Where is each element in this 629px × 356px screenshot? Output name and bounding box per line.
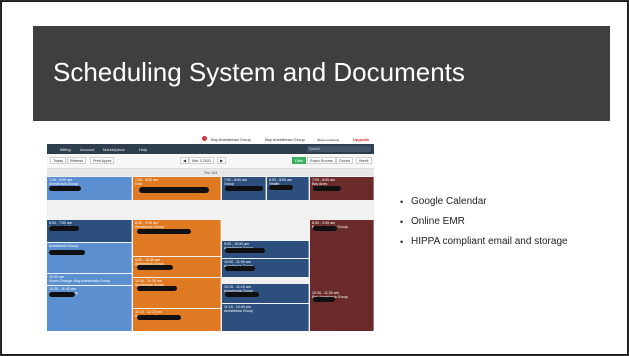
redaction-mark [137,286,177,291]
redaction-mark [225,292,259,297]
bullet-list: Google Calendar Online EMR HIPPA complia… [400,195,627,255]
refresh-button[interactable]: Refresh [67,157,87,164]
nav-account[interactable]: Account [80,147,94,152]
upgrade-link[interactable]: Upgrade [353,137,369,142]
nav-billing[interactable]: Billing [60,147,71,152]
bullet-item: Google Calendar [400,195,627,209]
title-band: Scheduling System and Documents [33,26,610,121]
redaction-mark [225,266,255,271]
account-name[interactable]: Bay Anesthesia Group [211,137,251,142]
scheduling-screenshot: Bay Anesthesia Group Bay Anesthesia Grou… [47,134,374,331]
org-sub: (BayAnesthesia) [317,137,340,142]
next-date-button[interactable]: ▶ [217,157,226,164]
calendar-event[interactable]: 11:15 - 12:15 pmAnesthesia Group [133,309,221,331]
view-exam-rooms-button[interactable]: Exam Rooms [307,157,336,164]
redaction-mark [49,226,79,231]
date-display[interactable]: Mar 3 2022 [189,157,215,164]
redaction-mark [137,229,191,234]
search-input[interactable]: Search [307,146,371,152]
redaction-mark [49,250,85,255]
redaction-mark [313,186,341,191]
redaction-mark [313,226,337,231]
day-header: Thu 3/3 [47,169,374,176]
slide-title: Scheduling System and Documents [53,57,465,87]
calendar-event[interactable]: 6:00 - 7:00 amAnesthesia Group [47,220,132,242]
nav-help[interactable]: Help [139,147,147,152]
prev-date-button[interactable]: ◀ [180,157,189,164]
redaction-mark [313,297,335,302]
redaction-mark [225,248,265,253]
redaction-mark [49,292,75,297]
redaction-mark [139,187,209,193]
calendar-event[interactable]: 8:30 - 9:30 am Anesthesia Group [133,220,221,256]
slide: Scheduling System and Documents Bay Anes… [1,1,628,355]
calendar-event[interactable]: 10:30 am Room Change: Bay Anesthesia Grou… [47,274,132,285]
notification-icon[interactable] [202,136,207,141]
redaction-mark [269,185,293,190]
view-doctor-button[interactable]: Doctor [336,157,354,164]
app-top-bar: Bay Anesthesia Group Bay Anesthesia Grou… [47,134,374,144]
calendar-toolbar: Today Refresh Print Appts ◀ Mar 3 2022 ▶… [47,154,374,169]
bullet-item: Online EMR [400,215,627,229]
calendar-event[interactable]: Anesthesia Group [47,243,132,273]
bullet-item: HIPPA compliant email and storage [400,235,627,249]
calendar-event[interactable]: 11:15 - 12:00 pm Anesthesia Group [222,304,309,331]
view-date-button[interactable]: Date [292,157,307,164]
nav-marketplace[interactable]: Marketplace [103,147,125,152]
redaction-mark [137,265,173,270]
org-name[interactable]: Bay Anesthesia Group [265,137,305,142]
today-button[interactable]: Today [50,157,67,164]
print-button[interactable]: Print Appts [90,157,115,164]
calendar-event[interactable]: 10:30 - 11:30 am Anesthesia Group [133,278,221,308]
redaction-mark [49,186,81,191]
app-nav: Billing Account Marketplace Help Search [47,144,374,154]
search-placeholder: Search [309,147,321,151]
view-week-button[interactable]: Week [356,157,372,164]
redaction-mark [137,315,181,320]
redaction-mark [225,186,263,191]
